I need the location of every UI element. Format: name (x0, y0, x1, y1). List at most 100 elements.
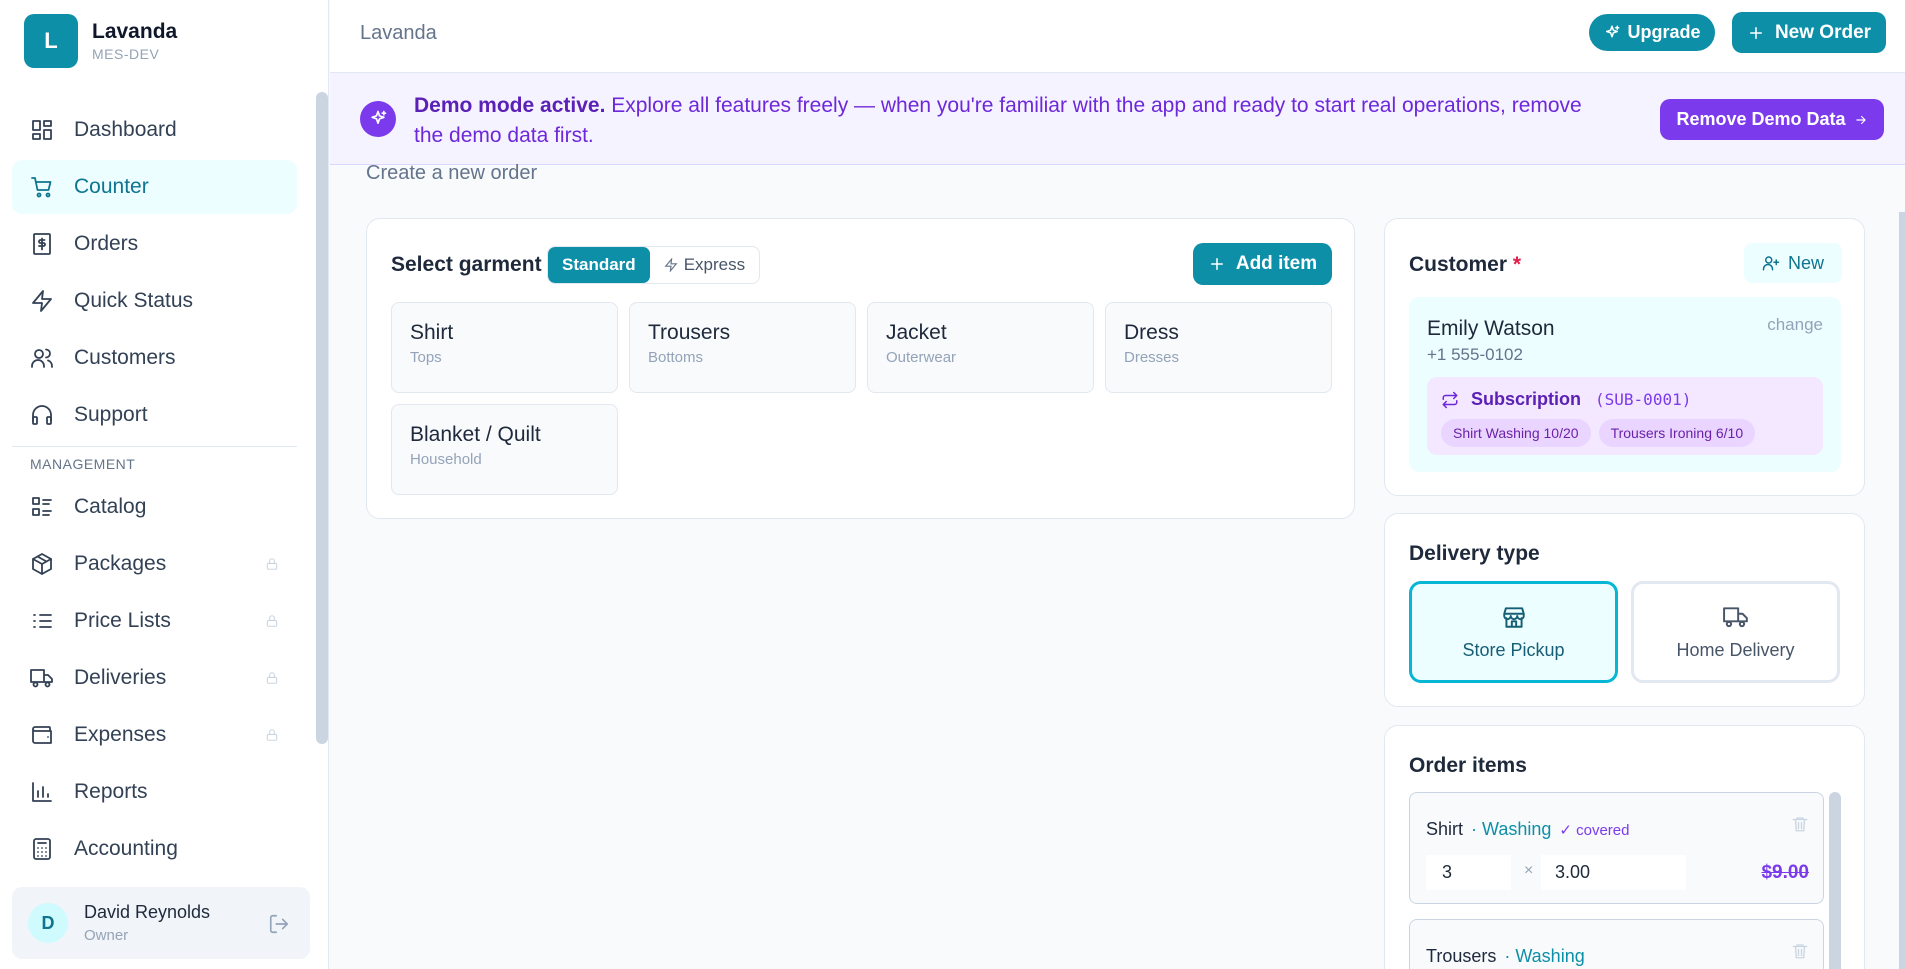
upgrade-button[interactable]: Upgrade (1589, 14, 1715, 51)
garment-panel: Select garment Standard Express Add item… (366, 218, 1355, 519)
plus-icon (1749, 26, 1762, 39)
avatar: D (28, 903, 68, 943)
customer-panel-title: Customer * (1409, 253, 1521, 277)
section-label-management: MANAGEMENT (12, 446, 297, 480)
zap-icon (664, 258, 678, 272)
sparkles-icon (371, 110, 387, 124)
order-item-covered: ✓ covered (1559, 822, 1630, 839)
user-name: David Reynolds (84, 902, 211, 922)
mode-express-label: Express (683, 255, 746, 274)
garment-tile-blanket[interactable]: Blanket / Quilt Household (391, 404, 618, 495)
logout-icon[interactable] (268, 913, 290, 935)
nav-label: Deliveries (74, 666, 167, 689)
new-order-button[interactable]: New Order (1732, 12, 1886, 53)
garment-tile-trousers[interactable]: Trousers Bottoms (629, 302, 856, 393)
demo-banner-text: Demo mode active. Explore all features f… (414, 91, 1604, 151)
sidebar: L Lavanda MES-DEV Dashboard Counter Orde… (0, 0, 329, 969)
nav-item-reports[interactable]: Reports (12, 765, 297, 819)
lock-icon (266, 729, 278, 741)
service-mode-toggle: Standard Express (547, 246, 761, 284)
remove-demo-data-button[interactable]: Remove Demo Data (1660, 99, 1884, 140)
nav-label: Quick Status (74, 289, 194, 312)
nav-item-packages[interactable]: Packages (12, 537, 297, 591)
garment-category: Tops (410, 349, 442, 366)
sparkles-icon (1606, 25, 1620, 37)
garment-name: Shirt (410, 321, 454, 344)
nav-item-support[interactable]: Support (12, 388, 297, 442)
brand-logo: L (24, 14, 78, 68)
order-items-title: Order items (1409, 754, 1527, 777)
delivery-title: Delivery type (1409, 542, 1540, 565)
order-item-service: · Washing (1471, 819, 1552, 839)
main-nav: Dashboard Counter Orders Quick Status Cu… (12, 103, 297, 879)
receipt-dollar-icon (33, 233, 51, 255)
new-customer-button[interactable]: New (1744, 243, 1842, 283)
nav-item-catalog[interactable]: Catalog (12, 480, 297, 534)
list-grid-icon (32, 497, 52, 516)
mode-standard[interactable]: Standard (548, 247, 650, 283)
nav-label: Packages (74, 552, 167, 575)
garment-name: Jacket (886, 321, 947, 344)
mode-express[interactable]: Express (650, 247, 759, 283)
subscription-chip: Shirt Washing 10/20 (1441, 419, 1591, 447)
order-item-total: $9.00 (1761, 862, 1809, 883)
nav-item-accounting[interactable]: Accounting (12, 822, 297, 876)
new-order-label: New Order (1774, 21, 1872, 43)
nav-item-counter[interactable]: Counter (12, 160, 297, 214)
truck-icon (1722, 606, 1748, 627)
order-items-panel: Order items Shirt · Washing ✓ covered × … (1384, 725, 1865, 969)
garment-tile-jacket[interactable]: Jacket Outerwear (867, 302, 1094, 393)
selected-customer: Emily Watson +1 555-0102 change Subscrip… (1409, 297, 1841, 472)
order-items-scrollbar[interactable] (1829, 792, 1841, 969)
sparkles-badge (360, 101, 396, 137)
repeat-icon (1442, 391, 1458, 408)
trash-icon[interactable] (1791, 942, 1809, 960)
nav-item-expenses[interactable]: Expenses (12, 708, 297, 762)
nav-label: Expenses (74, 723, 167, 746)
delivery-option-store-pickup[interactable]: Store Pickup (1409, 581, 1618, 683)
nav-label: Accounting (74, 837, 178, 860)
customer-panel: Customer * New Emily Watson +1 555-0102 … (1384, 218, 1865, 496)
topbar: Lavanda Upgrade New Order (330, 0, 1905, 73)
garment-category: Bottoms (648, 349, 704, 366)
garment-tile-dress[interactable]: Dress Dresses (1105, 302, 1332, 393)
trash-icon[interactable] (1791, 815, 1809, 833)
page-subtitle: Create a new order (366, 162, 538, 184)
user-profile[interactable]: D David Reynolds Owner (12, 887, 310, 959)
sidebar-scrollbar[interactable] (316, 92, 328, 744)
delivery-option-home-delivery[interactable]: Home Delivery (1631, 581, 1840, 683)
headphones-icon (32, 405, 52, 425)
nav-label: Orders (74, 232, 139, 255)
customer-name: Emily Watson (1427, 317, 1555, 340)
nav-label: Dashboard (74, 118, 177, 141)
arrow-right-icon (1855, 115, 1866, 124)
nav-item-deliveries[interactable]: Deliveries (12, 651, 297, 705)
garment-category: Household (410, 451, 482, 468)
nav-item-customers[interactable]: Customers (12, 331, 297, 385)
quantity-input[interactable] (1426, 855, 1511, 890)
nav-item-dashboard[interactable]: Dashboard (12, 103, 297, 157)
nav-label: Price Lists (74, 609, 171, 632)
garment-tile-shirt[interactable]: Shirt Tops (391, 302, 618, 393)
nav-item-quick-status[interactable]: Quick Status (12, 274, 297, 328)
change-customer-link[interactable]: change (1767, 315, 1823, 335)
garment-name: Dress (1124, 321, 1179, 344)
wallet-icon (32, 726, 52, 744)
dashboard-icon (32, 120, 52, 140)
lock-icon (266, 615, 278, 627)
cart-icon (31, 177, 52, 198)
main-scrollbar[interactable] (1899, 212, 1905, 969)
order-item: Shirt · Washing ✓ covered × $9.00 (1409, 792, 1824, 904)
brand[interactable]: L Lavanda MES-DEV (24, 14, 177, 68)
subscription-chip: Trousers Ironing 6/10 (1598, 419, 1756, 447)
unit-price-input[interactable] (1541, 855, 1686, 890)
add-item-button[interactable]: Add item (1193, 243, 1332, 285)
garment-name: Blanket / Quilt (410, 423, 541, 446)
customer-title: Customer (1409, 253, 1508, 276)
subscription-box: Subscription (SUB-0001) Shirt Washing 10… (1427, 377, 1823, 455)
delivery-option-label: Home Delivery (1676, 639, 1795, 660)
order-item-service: · Washing (1504, 946, 1585, 966)
nav-item-orders[interactable]: Orders (12, 217, 297, 271)
demo-banner: Demo mode active. Explore all features f… (330, 73, 1905, 165)
nav-item-price-lists[interactable]: Price Lists (12, 594, 297, 648)
